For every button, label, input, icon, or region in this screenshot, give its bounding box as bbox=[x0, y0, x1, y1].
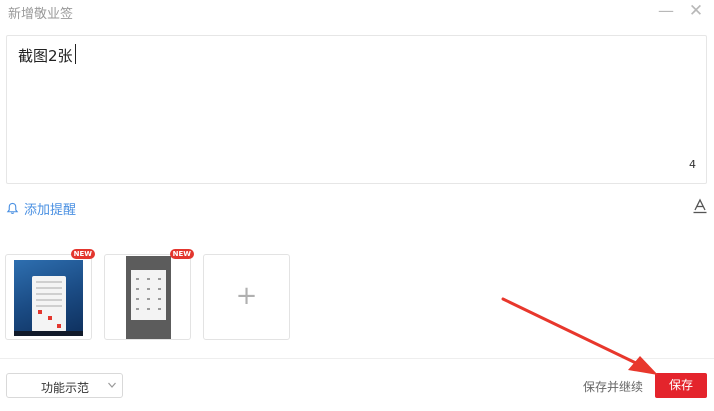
attachment-thumbnail[interactable]: NEW bbox=[104, 249, 194, 340]
feature-demo-select[interactable]: 功能示范 bbox=[6, 373, 123, 398]
new-badge: NEW bbox=[169, 249, 194, 259]
attachment-thumbnail[interactable]: NEW bbox=[5, 249, 95, 340]
chevron-down-icon bbox=[108, 382, 116, 388]
bell-icon bbox=[6, 202, 19, 214]
new-badge: NEW bbox=[70, 249, 95, 259]
save-button[interactable]: 保存 bbox=[655, 373, 707, 398]
window-title: 新增敬业签 bbox=[8, 7, 74, 22]
feature-demo-label: 功能示范 bbox=[41, 381, 90, 395]
add-image-button[interactable]: + bbox=[203, 254, 290, 340]
add-reminder-link[interactable]: 添加提醒 bbox=[6, 199, 76, 218]
minimize-icon[interactable]: — bbox=[657, 2, 675, 20]
note-content[interactable]: 截图2张 bbox=[18, 45, 73, 66]
plus-icon: + bbox=[235, 281, 258, 311]
close-icon[interactable]: ✕ bbox=[687, 2, 705, 20]
footer-divider bbox=[0, 358, 714, 359]
text-format-icon[interactable] bbox=[692, 198, 708, 214]
save-and-continue-button[interactable]: 保存并继续 bbox=[583, 378, 643, 395]
note-editor[interactable]: 截图2张 4 bbox=[6, 35, 707, 184]
phone-screenshot-image bbox=[126, 256, 171, 339]
text-caret bbox=[75, 44, 76, 64]
char-count: 4 bbox=[689, 158, 696, 171]
add-reminder-label: 添加提醒 bbox=[24, 203, 77, 218]
desktop-screenshot-image bbox=[14, 260, 83, 336]
